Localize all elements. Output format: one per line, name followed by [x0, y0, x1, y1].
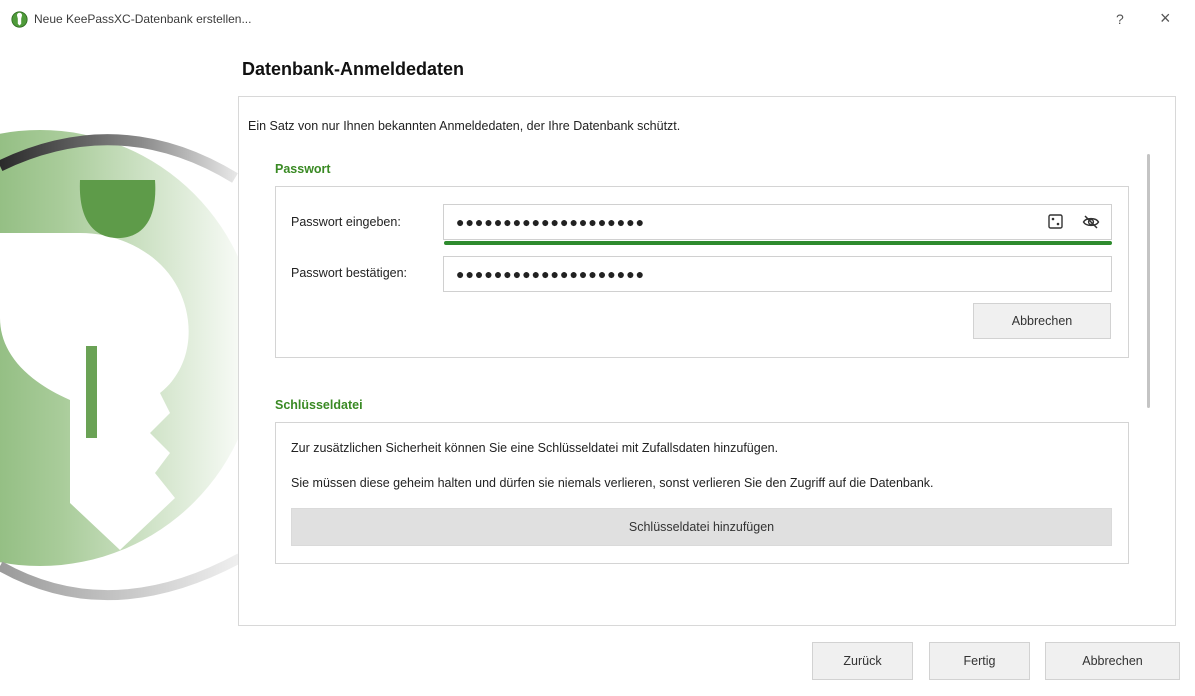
password-confirm-input[interactable]: ●●●●●●●●●●●●●●●●●●●● [443, 256, 1112, 292]
password-strength-bar [444, 241, 1112, 245]
close-button[interactable]: × [1160, 8, 1171, 29]
intro-text: Ein Satz von nur Ihnen bekannten Anmelde… [248, 119, 681, 133]
password-cancel-button[interactable]: Abbrechen [973, 303, 1111, 339]
content-scrollbar[interactable] [1147, 154, 1150, 408]
add-keyfile-button[interactable]: Schlüsseldatei hinzufügen [291, 508, 1112, 546]
keyfile-info-text-1: Zur zusätzlichen Sicherheit können Sie e… [291, 441, 779, 455]
password-generator-icon[interactable] [1047, 213, 1065, 231]
page-title: Datenbank-Anmeldedaten [242, 59, 465, 79]
cancel-button[interactable]: Abbrechen [1045, 642, 1180, 680]
keepassxc-logo-icon [11, 11, 28, 28]
window-title: Neue KeePassXC-Datenbank erstellen... [34, 12, 252, 26]
password-confirm-value: ●●●●●●●●●●●●●●●●●●●● [456, 266, 646, 282]
keyfile-section-title: Schlüsseldatei [275, 398, 363, 412]
password-enter-value: ●●●●●●●●●●●●●●●●●●●● [456, 214, 646, 230]
finish-button[interactable]: Fertig [929, 642, 1030, 680]
keyfile-info-text-2: Sie müssen diese geheim halten und dürfe… [291, 476, 934, 490]
password-section-title: Passwort [275, 162, 331, 176]
back-button[interactable]: Zurück [812, 642, 913, 680]
title-bar: Neue KeePassXC-Datenbank erstellen... ? … [0, 0, 1195, 40]
key-illustration [0, 130, 240, 601]
help-button[interactable]: ? [1116, 11, 1124, 27]
password-enter-label: Passwort eingeben: [291, 215, 401, 229]
toggle-visibility-icon[interactable] [1082, 213, 1100, 231]
password-confirm-label: Passwort bestätigen: [291, 266, 408, 280]
password-enter-input[interactable]: ●●●●●●●●●●●●●●●●●●●● [443, 204, 1112, 240]
